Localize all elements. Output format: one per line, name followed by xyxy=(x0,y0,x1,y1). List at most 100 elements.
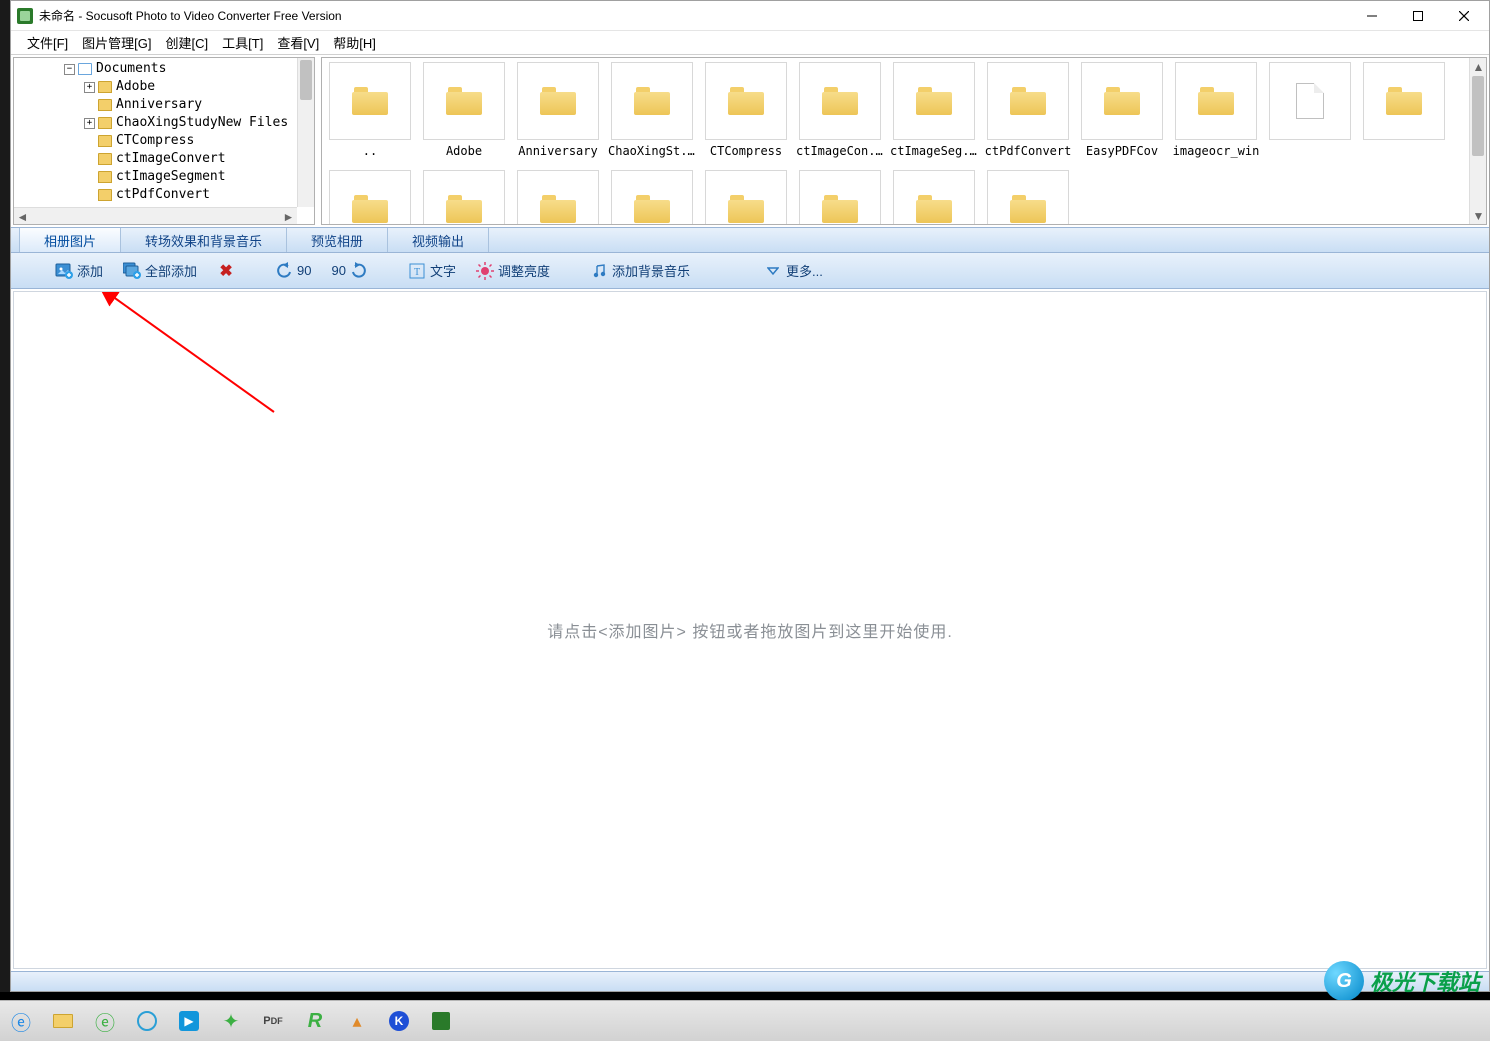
browser-item[interactable] xyxy=(796,170,884,225)
close-button[interactable] xyxy=(1441,1,1487,31)
browser-item[interactable]: .. xyxy=(326,62,414,158)
tab-transition[interactable]: 转场效果和背景音乐 xyxy=(121,228,287,252)
menu-pic-manage[interactable]: 图片管理[G] xyxy=(76,31,157,54)
browser-item[interactable] xyxy=(514,170,602,225)
folder-icon xyxy=(1104,87,1140,115)
add-music-button[interactable]: 添加背景音乐 xyxy=(582,258,698,283)
browser-item[interactable] xyxy=(984,170,1072,225)
more-label: 更多... xyxy=(786,261,823,280)
tree-row[interactable]: Anniversary xyxy=(14,96,314,114)
scroll-left-icon[interactable]: ◄ xyxy=(14,208,31,225)
browser-item[interactable] xyxy=(702,170,790,225)
folder-browser-grid[interactable]: ..AdobeAnniversary ChaoXingSt... CTCompres… xyxy=(322,58,1469,224)
watermark-logo: G 极光下载站 xyxy=(1324,961,1480,1001)
folder-icon xyxy=(98,189,112,201)
tree-row[interactable]: + Adobe xyxy=(14,78,314,96)
browser-thumb xyxy=(517,170,599,225)
browser-item[interactable]: ctImageCon... xyxy=(796,62,884,158)
tree-expand-icon[interactable]: + xyxy=(84,82,95,93)
browser-item[interactable]: imageocr_win xyxy=(1172,62,1260,158)
tree-vertical-scrollbar[interactable] xyxy=(297,58,314,207)
tree-expand-icon[interactable]: + xyxy=(84,118,95,129)
add-music-label: 添加背景音乐 xyxy=(612,261,690,280)
taskbar-explorer-icon[interactable] xyxy=(48,1006,78,1036)
browser-item[interactable]: Adobe xyxy=(420,62,508,158)
folder-tree[interactable]: − Documents + Adobe Anniversary xyxy=(14,58,314,204)
menu-view[interactable]: 查看[V] xyxy=(271,31,325,54)
menu-create[interactable]: 创建[C] xyxy=(160,31,215,54)
text-icon: T xyxy=(408,262,426,280)
browser-item[interactable]: ChaoXingSt... xyxy=(608,62,696,158)
folder-icon xyxy=(98,135,112,147)
menu-help[interactable]: 帮助[H] xyxy=(327,31,382,54)
maximize-button[interactable] xyxy=(1395,1,1441,31)
browser-item-label: CTCompress xyxy=(710,144,782,158)
add-all-icon xyxy=(123,262,141,280)
browser-item[interactable] xyxy=(326,170,414,225)
taskbar-r-icon[interactable]: R xyxy=(300,1006,330,1036)
browser-item[interactable] xyxy=(1360,62,1448,158)
browser-thumb xyxy=(611,62,693,140)
menu-tools[interactable]: 工具[T] xyxy=(216,31,269,54)
menu-file[interactable]: 文件[F] xyxy=(21,31,74,54)
text-button[interactable]: T 文字 xyxy=(400,258,464,283)
workspace-dropzone[interactable]: 请点击<添加图片> 按钮或者拖放图片到这里开始使用. xyxy=(13,291,1487,969)
more-button[interactable]: 更多... xyxy=(756,258,831,283)
tree-row[interactable]: ctImageSegment xyxy=(14,168,314,186)
taskbar-ie-icon[interactable]: ⓔ xyxy=(6,1006,36,1036)
tree-row[interactable]: ctPdfConvert xyxy=(14,186,314,204)
browser-item[interactable] xyxy=(420,170,508,225)
taskbar-this-app-icon[interactable] xyxy=(426,1006,456,1036)
browser-item[interactable]: CTCompress xyxy=(702,62,790,158)
tree-row[interactable]: CTCompress xyxy=(14,132,314,150)
taskbar-app-icon[interactable]: ▶ xyxy=(174,1006,204,1036)
browser-item[interactable] xyxy=(890,170,978,225)
taskbar-pdf-icon[interactable]: PDF xyxy=(258,1006,288,1036)
delete-button[interactable]: ✖ xyxy=(209,259,243,283)
app-icon xyxy=(17,8,33,24)
rotate-cw-button[interactable]: 90 xyxy=(324,259,376,283)
add-all-button[interactable]: 全部添加 xyxy=(115,258,205,283)
tab-album[interactable]: 相册图片 xyxy=(19,228,121,252)
browser-vertical-scrollbar[interactable]: ▲ ▼ xyxy=(1469,58,1486,224)
tree-row[interactable]: + ChaoXingStudyNew Files xyxy=(14,114,314,132)
browser-item[interactable]: Anniversary xyxy=(514,62,602,158)
tree-horizontal-scrollbar[interactable]: ◄ ► xyxy=(14,207,297,224)
scrollbar-thumb[interactable] xyxy=(1472,76,1484,156)
browser-item[interactable]: ctImageSeg... xyxy=(890,62,978,158)
tab-output[interactable]: 视频输出 xyxy=(388,228,489,252)
taskbar-wechat-icon[interactable]: ✦ xyxy=(216,1006,246,1036)
rotate-ccw-button[interactable]: 90 xyxy=(267,259,319,283)
folder-browser-panel: ..AdobeAnniversary ChaoXingSt... CTCompres… xyxy=(321,57,1487,225)
browser-item[interactable] xyxy=(608,170,696,225)
delete-icon: ✖ xyxy=(217,262,235,280)
scroll-right-icon[interactable]: ► xyxy=(280,208,297,225)
taskbar-chart-icon[interactable]: ▴ xyxy=(342,1006,372,1036)
scrollbar-thumb[interactable] xyxy=(300,60,312,100)
titlebar[interactable]: 未命名 - Socusoft Photo to Video Converter … xyxy=(11,1,1489,31)
taskbar-k-icon[interactable]: K xyxy=(384,1006,414,1036)
text-label: 文字 xyxy=(430,261,456,280)
taskbar-edge-icon[interactable]: ⓔ xyxy=(90,1006,120,1036)
tree-row-documents[interactable]: − Documents xyxy=(14,60,314,78)
scroll-down-icon[interactable]: ▼ xyxy=(1470,207,1487,224)
minimize-button[interactable] xyxy=(1349,1,1395,31)
tree-row[interactable]: ctImageConvert xyxy=(14,150,314,168)
add-button[interactable]: 添加 xyxy=(47,258,111,283)
folder-icon xyxy=(728,87,764,115)
browser-thumb xyxy=(893,170,975,225)
browser-thumb xyxy=(799,62,881,140)
tab-preview[interactable]: 预览相册 xyxy=(287,228,388,252)
browser-item[interactable]: EasyPDFCov xyxy=(1078,62,1166,158)
brightness-button[interactable]: 调整亮度 xyxy=(468,258,558,283)
folder-icon xyxy=(1386,87,1422,115)
folder-icon xyxy=(352,195,388,223)
taskbar-browser-icon[interactable] xyxy=(132,1006,162,1036)
browser-item[interactable]: ctPdfConvert xyxy=(984,62,1072,158)
browser-item[interactable] xyxy=(1266,62,1354,158)
tree-collapse-icon[interactable]: − xyxy=(64,64,75,75)
brightness-label: 调整亮度 xyxy=(498,261,550,280)
taskbar[interactable]: ⓔ ⓔ ▶ ✦ PDF R ▴ K xyxy=(0,1000,1490,1041)
scroll-up-icon[interactable]: ▲ xyxy=(1470,58,1487,75)
browser-item-label: ChaoXingSt... xyxy=(608,144,696,158)
